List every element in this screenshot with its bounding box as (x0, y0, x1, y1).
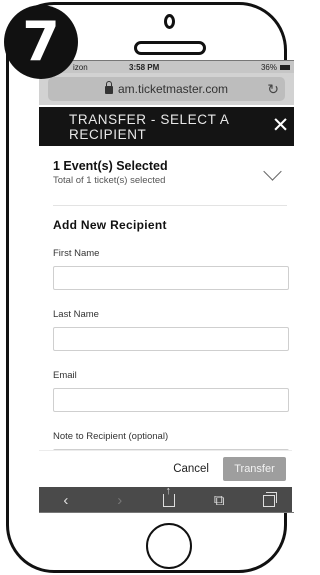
note-label: Note to Recipient (optional) (53, 431, 169, 442)
back-icon[interactable]: ‹ (56, 492, 76, 509)
tabs-icon[interactable] (263, 491, 278, 507)
carrier-label: izon (73, 62, 88, 72)
browser-toolbar: ‹ › ⧉ (39, 485, 292, 512)
status-right: 36% (261, 63, 290, 72)
close-icon[interactable]: ✕ (272, 114, 290, 138)
first-name-field[interactable] (53, 266, 289, 290)
cancel-button[interactable]: Cancel (173, 463, 209, 475)
status-time: 3:58 PM (129, 62, 160, 72)
home-button[interactable] (146, 523, 192, 569)
event-count-title: 1 Event(s) Selected (53, 159, 168, 173)
email-label: Email (53, 370, 77, 381)
email-field[interactable] (53, 388, 289, 412)
forward-icon[interactable]: › (110, 492, 130, 509)
url-text: am.ticketmaster.com (117, 82, 229, 96)
event-selection-toggle[interactable]: 1 Event(s) Selected Total of 1 ticket(s)… (53, 146, 287, 206)
address-field[interactable]: am.ticketmaster.com ↻ (48, 77, 285, 101)
camera-icon (164, 14, 175, 29)
speaker-earpiece (134, 41, 206, 55)
lock-icon (104, 81, 113, 94)
url-bar: am.ticketmaster.com ↻ (39, 73, 294, 105)
battery-percent: 36% (260, 62, 277, 72)
phone-screen: izon 3:58 PM 36% am.ticketmaster.com ↻ T… (39, 60, 294, 513)
status-bar: izon 3:58 PM 36% (39, 61, 294, 73)
action-bar: Cancel Transfer (39, 450, 292, 487)
first-name-label: First Name (53, 248, 100, 259)
last-name-label: Last Name (53, 309, 99, 320)
add-recipient-heading: Add New Recipient (53, 218, 167, 232)
page-title: TRANSFER - SELECT A RECIPIENT (69, 111, 229, 142)
battery-icon (280, 64, 290, 70)
modal-header: TRANSFER - SELECT A RECIPIENT ✕ (39, 107, 294, 146)
transfer-button[interactable]: Transfer (223, 457, 286, 481)
step-number-badge: 7 (4, 5, 78, 79)
ticket-count-subtitle: Total of 1 ticket(s) selected (53, 175, 166, 186)
bookmarks-icon[interactable]: ⧉ (209, 492, 229, 509)
last-name-field[interactable] (53, 327, 289, 351)
reload-icon[interactable]: ↻ (267, 81, 279, 98)
share-icon[interactable] (163, 485, 176, 507)
form-content: 1 Event(s) Selected Total of 1 ticket(s)… (39, 146, 294, 473)
